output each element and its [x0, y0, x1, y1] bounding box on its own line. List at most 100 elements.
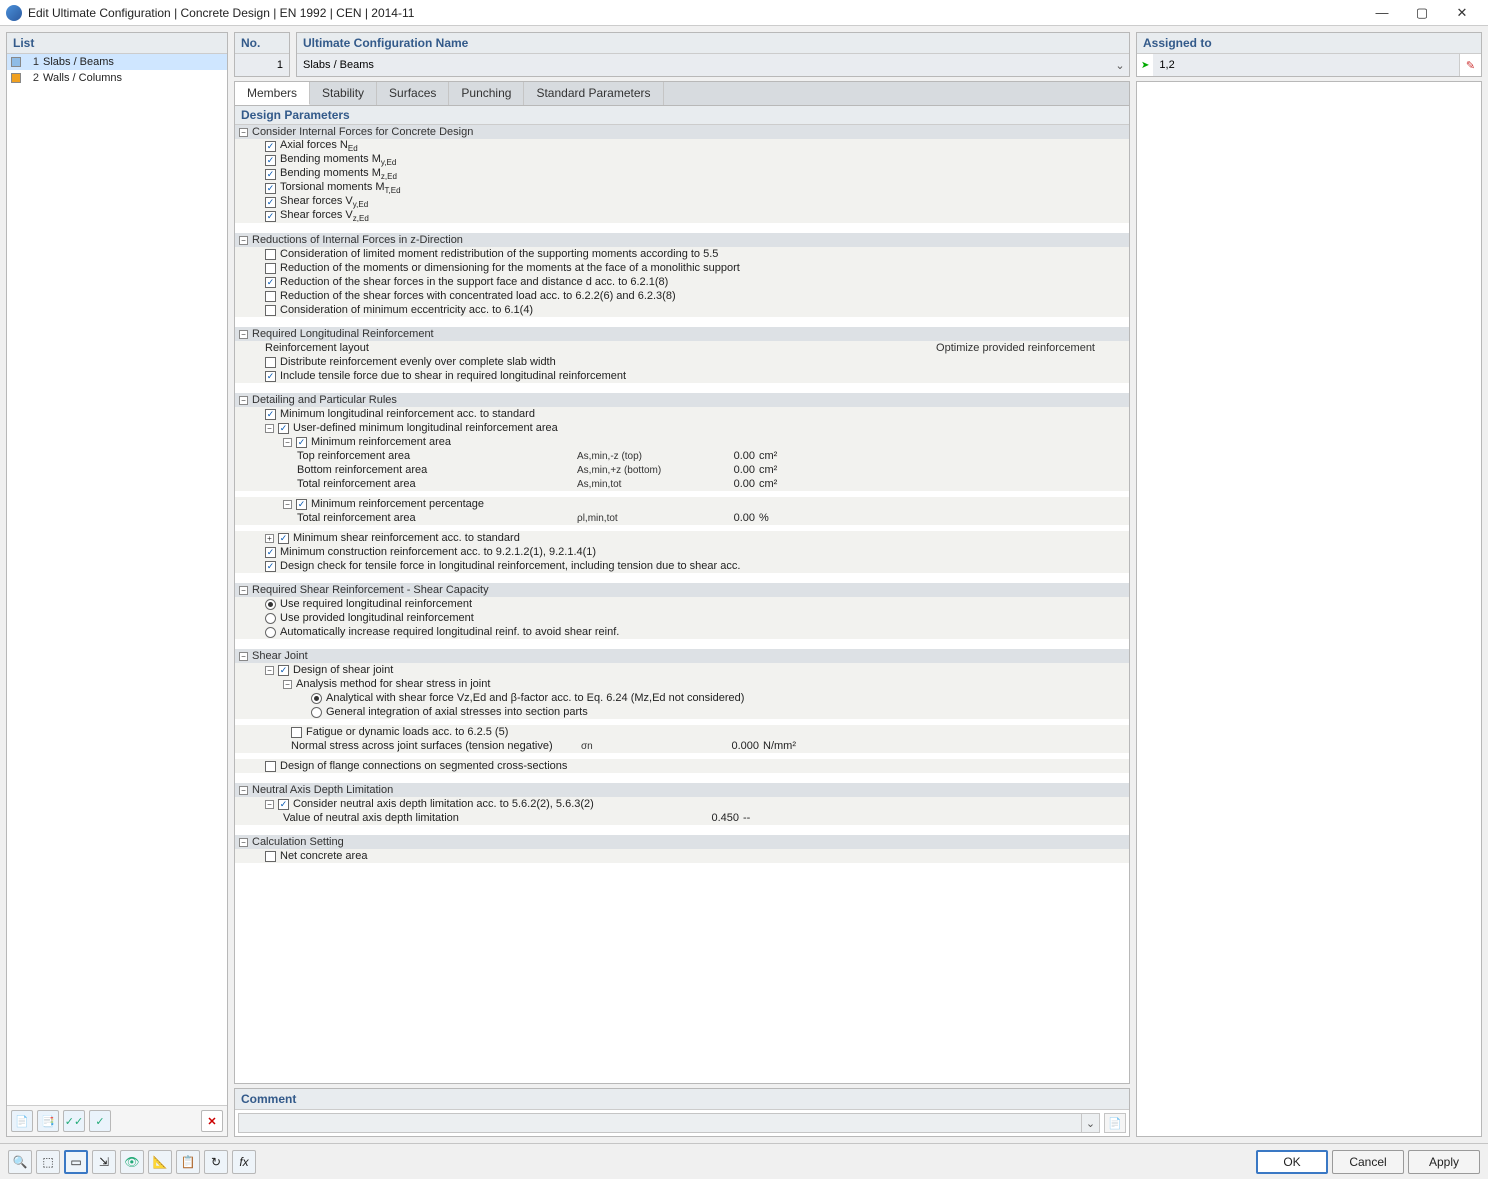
fx-icon[interactable]: fx	[232, 1150, 256, 1174]
cb-dt-constr[interactable]: ✓Minimum construction reinforcement acc.…	[235, 545, 1129, 559]
name-input[interactable]	[297, 54, 1111, 76]
rb-sj-0[interactable]: Analytical with shear force Vz,Ed and β-…	[235, 691, 1129, 705]
close-button[interactable]: ✕	[1442, 0, 1482, 26]
cb-dt-tensile[interactable]: ✓Design check for tensile force in longi…	[235, 559, 1129, 573]
zoom-icon[interactable]: 🔍	[8, 1150, 32, 1174]
list-item-1[interactable]: 1 Slabs / Beams	[7, 54, 227, 70]
cb-dt-shear[interactable]: +✓Minimum shear reinforcement acc. to st…	[235, 531, 1129, 545]
list-item-label: Walls / Columns	[43, 72, 122, 84]
units-icon[interactable]: 📐	[148, 1150, 172, 1174]
cb-min-area[interactable]: −✓Minimum reinforcement area	[235, 435, 1129, 449]
section-calc[interactable]: − Calculation Setting	[235, 835, 1129, 849]
tab-members[interactable]: Members	[235, 82, 310, 105]
cb-vy[interactable]: ✓Shear forces Vy,Ed	[235, 195, 1129, 209]
maximize-button[interactable]: ▢	[1402, 0, 1442, 26]
cb-sj-flange[interactable]: Design of flange connections on segmente…	[235, 759, 1129, 773]
cb-rl-0[interactable]: Distribute reinforcement evenly over com…	[235, 355, 1129, 369]
check-button[interactable]: ✓✓	[63, 1110, 85, 1132]
section-reductions[interactable]: − Reductions of Internal Forces in z-Dir…	[235, 233, 1129, 247]
section-internal-forces[interactable]: − Consider Internal Forces for Concrete …	[235, 125, 1129, 139]
window-title: Edit Ultimate Configuration | Concrete D…	[28, 6, 1362, 20]
collapse-icon[interactable]: −	[239, 838, 248, 847]
section-shear-joint[interactable]: − Shear Joint	[235, 649, 1129, 663]
cancel-button[interactable]: Cancel	[1332, 1150, 1404, 1174]
copy-icon[interactable]: 📋	[176, 1150, 200, 1174]
collapse-icon[interactable]: −	[239, 396, 248, 405]
cb-vz[interactable]: ✓Shear forces Vz,Ed	[235, 209, 1129, 223]
uncheck-button[interactable]: ✓	[89, 1110, 111, 1132]
tab-surfaces[interactable]: Surfaces	[377, 82, 449, 105]
assigned-field: Assigned to ➤ ✎	[1136, 32, 1482, 77]
view1-icon[interactable]: ⬚	[36, 1150, 60, 1174]
cb-dt-1[interactable]: −✓User-defined minimum longitudinal rein…	[235, 421, 1129, 435]
collapse-icon[interactable]: −	[239, 128, 248, 137]
cb-axial-n[interactable]: ✓Axial forces NEd	[235, 139, 1129, 153]
chevron-down-icon[interactable]: ⌄	[1082, 1113, 1100, 1133]
titlebar: Edit Ultimate Configuration | Concrete D…	[0, 0, 1488, 26]
delete-item-button[interactable]: ✕	[201, 1110, 223, 1132]
comment-edit-button[interactable]: 📄	[1104, 1113, 1126, 1133]
section-neutral[interactable]: − Neutral Axis Depth Limitation	[235, 783, 1129, 797]
rb-sc-1[interactable]: Use provided longitudinal reinforcement	[235, 611, 1129, 625]
collapse-icon[interactable]: −	[239, 586, 248, 595]
section-shear-cap[interactable]: − Required Shear Reinforcement - Shear C…	[235, 583, 1129, 597]
val-tot-area[interactable]: Total reinforcement areaAs,min,tot0.00cm…	[235, 477, 1129, 491]
collapse-icon[interactable]: −	[239, 236, 248, 245]
comment-input[interactable]	[238, 1113, 1082, 1133]
reset-icon[interactable]: ↻	[204, 1150, 228, 1174]
assigned-input[interactable]	[1153, 54, 1459, 76]
parameters-scroll[interactable]: − Consider Internal Forces for Concrete …	[235, 125, 1129, 1083]
bottom-toolbar: 🔍 ⬚ ▭ ⇲ 👁 📐 📋 ↻ fx OK Cancel Apply	[0, 1143, 1488, 1179]
cb-red-4[interactable]: Consideration of minimum eccentricity ac…	[235, 303, 1129, 317]
eye-icon[interactable]: 👁	[120, 1150, 144, 1174]
cb-red-1[interactable]: Reduction of the moments or dimensioning…	[235, 261, 1129, 275]
collapse-icon[interactable]: −	[239, 786, 248, 795]
cb-red-3[interactable]: Reduction of the shear forces with conce…	[235, 289, 1129, 303]
no-input[interactable]	[235, 54, 289, 76]
section-detailing[interactable]: − Detailing and Particular Rules	[235, 393, 1129, 407]
val-top-area[interactable]: Top reinforcement areaAs,min,-z (top)0.0…	[235, 449, 1129, 463]
val-min-pct[interactable]: Total reinforcement areaρl,min,tot0.00%	[235, 511, 1129, 525]
chevron-down-icon[interactable]: ⌄	[1111, 54, 1129, 76]
tab-standard-parameters[interactable]: Standard Parameters	[524, 82, 663, 105]
cb-rl-1[interactable]: ✓Include tensile force due to shear in r…	[235, 369, 1129, 383]
val-na[interactable]: Value of neutral axis depth limitation0.…	[235, 811, 1129, 825]
sj-method[interactable]: −Analysis method for shear stress in joi…	[235, 677, 1129, 691]
rb-sc-0[interactable]: Use required longitudinal reinforcement	[235, 597, 1129, 611]
tab-punching[interactable]: Punching	[449, 82, 524, 105]
new-item-button[interactable]: 📄	[11, 1110, 33, 1132]
val-bot-area[interactable]: Bottom reinforcement areaAs,min,+z (bott…	[235, 463, 1129, 477]
list-item-2[interactable]: 2 Walls / Columns	[7, 70, 227, 86]
val-sj-normal[interactable]: Normal stress across joint surfaces (ten…	[235, 739, 1129, 753]
layout-row[interactable]: Reinforcement layout Optimize provided r…	[235, 341, 1129, 355]
cb-mt[interactable]: ✓Torsional moments MT,Ed	[235, 181, 1129, 195]
view2-icon[interactable]: ▭	[64, 1150, 88, 1174]
rb-sc-2[interactable]: Automatically increase required longitud…	[235, 625, 1129, 639]
cb-sj-fatigue[interactable]: Fatigue or dynamic loads acc. to 6.2.5 (…	[235, 725, 1129, 739]
rb-sj-1[interactable]: General integration of axial stresses in…	[235, 705, 1129, 719]
pick-in-view-button[interactable]: ✎	[1459, 54, 1481, 76]
app-icon	[6, 5, 22, 21]
cb-min-pct[interactable]: −✓Minimum reinforcement percentage	[235, 497, 1129, 511]
cb-red-0[interactable]: Consideration of limited moment redistri…	[235, 247, 1129, 261]
no-header: No.	[235, 33, 289, 54]
apply-button[interactable]: Apply	[1408, 1150, 1480, 1174]
tree-icon[interactable]: ⇲	[92, 1150, 116, 1174]
ok-button[interactable]: OK	[1256, 1150, 1328, 1174]
cb-red-2[interactable]: ✓Reduction of the shear forces in the su…	[235, 275, 1129, 289]
collapse-icon[interactable]: −	[239, 330, 248, 339]
cb-mz[interactable]: ✓Bending moments Mz,Ed	[235, 167, 1129, 181]
cb-na[interactable]: −✓Consider neutral axis depth limitation…	[235, 797, 1129, 811]
workspace: List 1 Slabs / Beams 2 Walls / Columns 📄…	[0, 26, 1488, 1143]
minimize-button[interactable]: —	[1362, 0, 1402, 26]
cb-dt-0[interactable]: ✓Minimum longitudinal reinforcement acc.…	[235, 407, 1129, 421]
cb-net-concrete[interactable]: Net concrete area	[235, 849, 1129, 863]
collapse-icon[interactable]: −	[239, 652, 248, 661]
section-req-long[interactable]: − Required Longitudinal Reinforcement	[235, 327, 1129, 341]
cb-sj-design[interactable]: −✓Design of shear joint	[235, 663, 1129, 677]
copy-item-button[interactable]: 📑	[37, 1110, 59, 1132]
tab-stability[interactable]: Stability	[310, 82, 377, 105]
list-toolbar: 📄 📑 ✓✓ ✓ ✕	[7, 1105, 227, 1136]
name-header: Ultimate Configuration Name	[297, 33, 1129, 54]
cb-my[interactable]: ✓Bending moments My,Ed	[235, 153, 1129, 167]
